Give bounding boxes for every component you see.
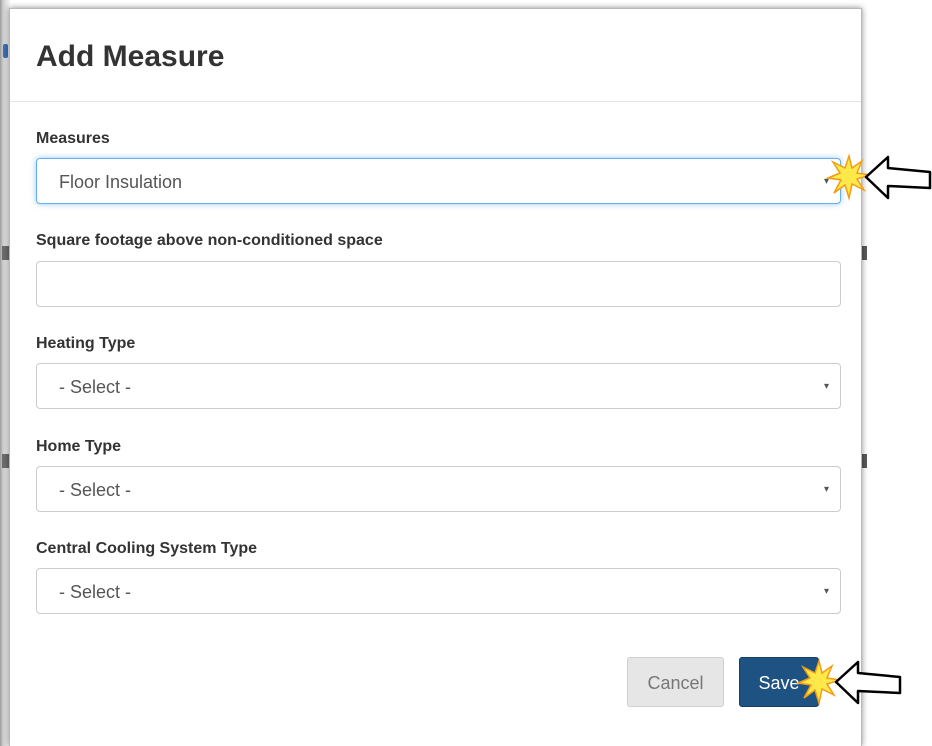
- heating-type-select[interactable]: - Select - ▾: [36, 363, 841, 409]
- highlight-burst-icon: [796, 658, 841, 706]
- pointer-arrow-icon: [864, 155, 932, 200]
- highlight-burst-icon: [826, 153, 871, 201]
- chevron-down-icon: ▾: [823, 586, 829, 597]
- dialog-header: Add Measure: [10, 9, 861, 102]
- measures-label: Measures: [36, 130, 110, 147]
- home-type-select[interactable]: - Select - ▾: [36, 466, 841, 512]
- central-cooling-select-value: - Select -: [59, 582, 132, 602]
- central-cooling-label: Central Cooling System Type: [36, 540, 258, 557]
- central-cooling-select[interactable]: - Select - ▾: [36, 568, 841, 614]
- background-fragment: [2, 246, 9, 260]
- pointer-arrow-icon: [834, 660, 902, 705]
- background-link-fragment: [3, 44, 8, 58]
- measures-select-value: Floor Insulation: [59, 172, 183, 192]
- home-type-label: Home Type: [36, 438, 122, 455]
- background-fragment: [2, 454, 9, 468]
- chevron-down-icon: ▾: [823, 484, 829, 495]
- square-footage-input[interactable]: [36, 261, 841, 307]
- dialog-title: Add Measure: [36, 40, 225, 73]
- heating-type-select-value: - Select -: [59, 377, 132, 397]
- chevron-down-icon: ▾: [823, 381, 829, 392]
- heating-type-label: Heating Type: [36, 335, 136, 352]
- home-type-select-value: - Select -: [59, 480, 132, 500]
- cancel-button[interactable]: Cancel: [627, 657, 724, 707]
- save-annotation: [796, 658, 902, 706]
- measures-select[interactable]: Floor Insulation ▾: [36, 158, 841, 204]
- measures-annotation: [826, 153, 932, 201]
- add-measure-dialog: Add Measure Measures Floor Insulation ▾ …: [9, 8, 862, 746]
- square-footage-label: Square footage above non-conditioned spa…: [36, 232, 383, 249]
